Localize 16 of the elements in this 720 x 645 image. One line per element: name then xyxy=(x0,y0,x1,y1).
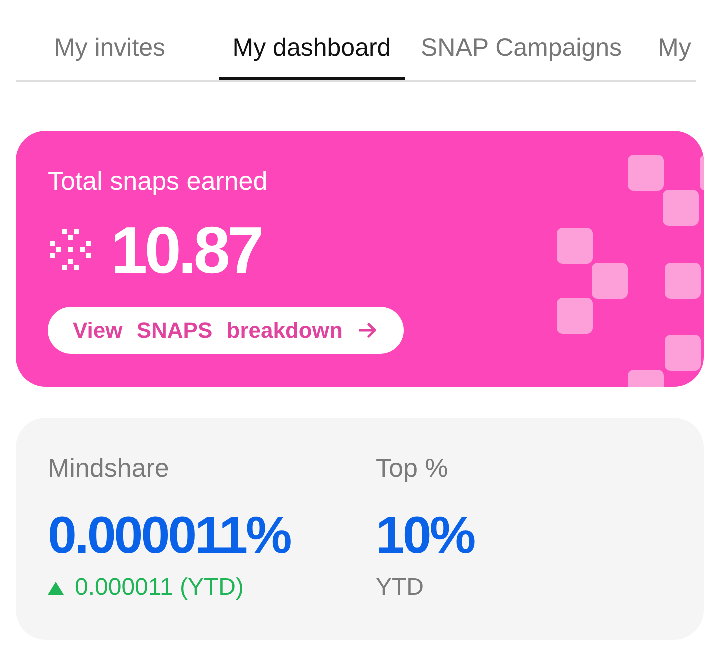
pixel-burst-icon xyxy=(50,229,92,271)
breakdown-button[interactable]: View SNAPS breakdown xyxy=(48,307,404,354)
tab[interactable]: My invites xyxy=(17,0,203,80)
stat-note: YTD xyxy=(376,573,424,603)
triangle-up-icon xyxy=(48,582,64,594)
tab[interactable]: SNAP Campaigns xyxy=(421,0,622,80)
arrow-right-icon xyxy=(358,323,377,338)
snaps-value: 10.87 xyxy=(111,216,262,284)
stat-change: 0.000011 (YTD) xyxy=(75,573,244,603)
tab[interactable]: My dashboard xyxy=(219,0,405,80)
snaps-title: Total snaps earned xyxy=(48,165,268,197)
stat-value: 0.000011% xyxy=(48,510,290,562)
stat-value: 10% xyxy=(376,510,474,562)
stat-label: Top % xyxy=(376,452,448,484)
tab[interactable]: My xyxy=(638,0,692,80)
stat-label: Mindshare xyxy=(48,452,170,484)
